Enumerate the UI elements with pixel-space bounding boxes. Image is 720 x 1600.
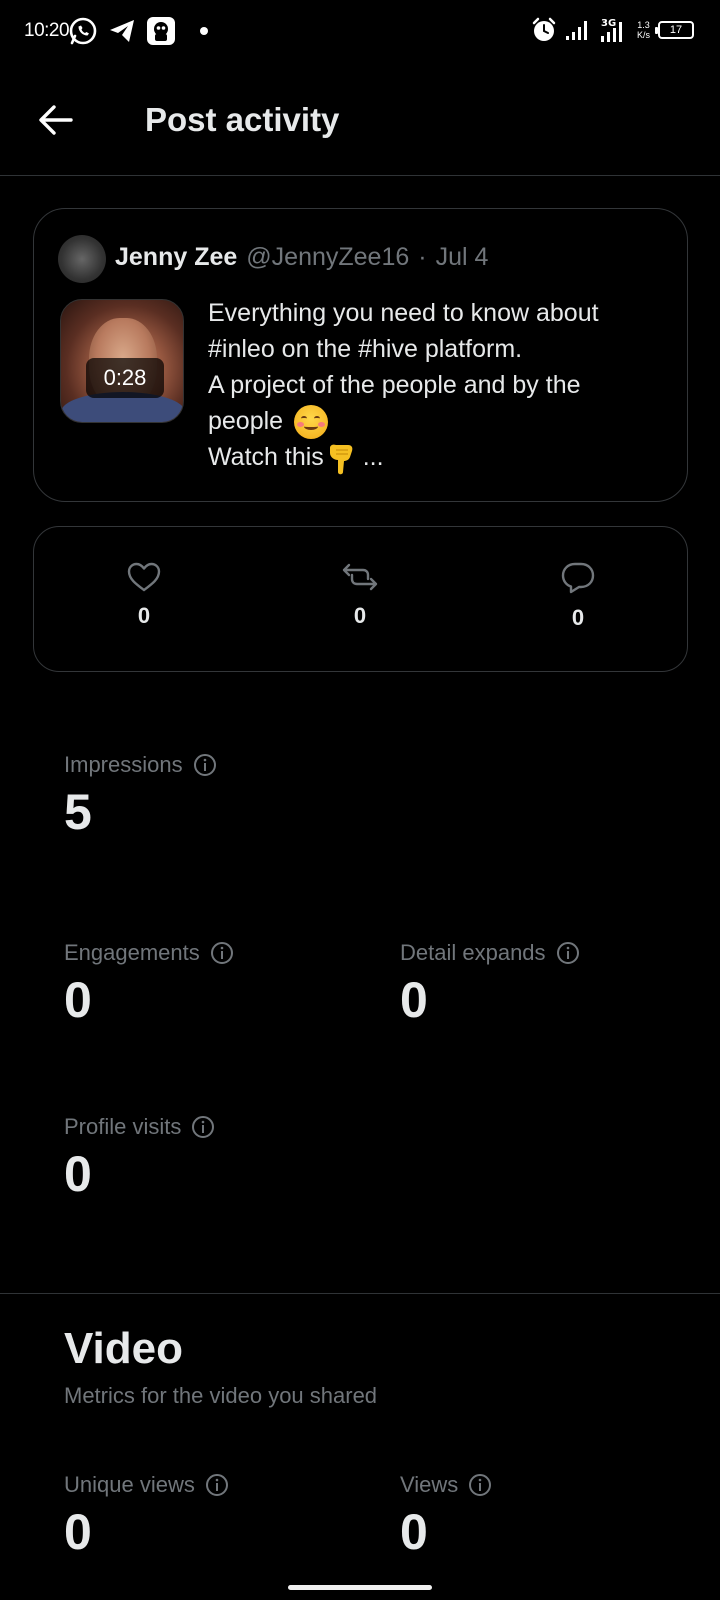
impressions-value: 5 — [64, 784, 92, 840]
replies-count: 0 — [538, 561, 618, 631]
engagements-metric: Engagements 0 — [64, 940, 234, 1028]
telegram-icon — [110, 20, 134, 42]
detail-expands-metric: Detail expands 0 — [400, 940, 580, 1028]
heart-icon — [127, 562, 161, 592]
detail-expands-value: 0 — [400, 972, 428, 1028]
post-preview-card[interactable]: Jenny Zee @JennyZee16 · Jul 4 0:28 Every… — [33, 208, 688, 502]
page-title: Post activity — [145, 101, 340, 138]
svg-text:3G: 3G — [601, 18, 616, 29]
engagements-value: 0 — [64, 972, 92, 1028]
post-header: Jenny Zee @JennyZee16 · Jul 4 — [115, 243, 488, 272]
video-section-subtitle: Metrics for the video you shared — [64, 1383, 378, 1408]
repost-icon — [342, 563, 378, 591]
impressions-metric: Impressions 5 — [64, 752, 217, 840]
post-text-line: Watch this ... — [208, 439, 668, 475]
info-icon[interactable] — [468, 1473, 492, 1497]
status-time: 10:20 — [24, 20, 70, 41]
unique-views-label: Unique views — [64, 1472, 195, 1497]
alarm-icon — [532, 17, 556, 41]
unique-views-value: 0 — [64, 1504, 92, 1560]
impressions-label: Impressions — [64, 752, 183, 777]
signal-3g-icon: 3G — [600, 18, 622, 42]
reply-bubble-icon — [561, 562, 595, 594]
views-value: 0 — [400, 1504, 428, 1560]
avatar-image — [58, 235, 106, 283]
video-section-title: Video — [64, 1324, 184, 1373]
replies-value: 0 — [571, 605, 585, 630]
status-bar: 10:20 3G 1.3 K/s 17 — [0, 0, 720, 64]
system-icons: 3G 1.3 K/s 17 — [531, 16, 694, 44]
info-icon[interactable] — [210, 941, 234, 965]
engagement-summary-card: 0 0 0 — [33, 526, 688, 672]
post-text-line: Everything you need to know about — [208, 299, 599, 327]
unique-views-metric: Unique views 0 — [64, 1472, 229, 1560]
detail-expands-label: Detail expands — [400, 940, 546, 965]
post-text-line: people — [208, 403, 668, 440]
app-notification-icon — [147, 17, 175, 45]
signal-icon — [565, 21, 587, 40]
post-text-line: A project of the people and by the — [208, 371, 581, 399]
top-app-bar: Post activity — [0, 64, 720, 176]
author-handle: @JennyZee16 — [246, 243, 410, 271]
network-speed: 1.3 K/s — [636, 20, 650, 40]
likes-value: 0 — [137, 603, 151, 628]
video-thumbnail[interactable]: 0:28 — [60, 299, 184, 423]
views-label: Views — [400, 1472, 459, 1497]
author-name: Jenny Zee — [115, 243, 238, 271]
views-metric: Views 0 — [400, 1472, 492, 1560]
profile-visits-label: Profile visits — [64, 1114, 182, 1139]
info-icon[interactable] — [193, 753, 217, 777]
header-separator: · — [418, 243, 427, 271]
avatar[interactable] — [58, 235, 106, 283]
info-icon[interactable] — [191, 1115, 215, 1139]
smiling-face-emoji-icon — [294, 405, 329, 440]
profile-visits-value: 0 — [64, 1146, 92, 1202]
home-indicator[interactable] — [288, 1585, 432, 1590]
post-date: Jul 4 — [435, 243, 489, 271]
info-icon[interactable] — [556, 941, 580, 965]
engagements-label: Engagements — [64, 940, 200, 965]
post-text-line: #inleo on the #hive platform. — [208, 335, 523, 363]
notification-icons — [68, 16, 208, 46]
arrow-left-icon — [39, 105, 73, 135]
reposts-count: 0 — [320, 561, 400, 629]
battery-icon: 17 — [655, 21, 694, 39]
video-duration-badge: 0:28 — [86, 358, 164, 398]
back-button[interactable] — [34, 98, 78, 142]
likes-count: 0 — [104, 561, 184, 629]
profile-visits-metric: Profile visits 0 — [64, 1114, 215, 1202]
section-divider — [0, 1293, 720, 1294]
whatsapp-icon — [69, 17, 97, 45]
info-icon[interactable] — [205, 1473, 229, 1497]
pointing-down-emoji-icon — [329, 444, 353, 475]
more-notifications-dot — [200, 27, 208, 35]
reposts-value: 0 — [353, 603, 367, 628]
post-text: Everything you need to know about #inleo… — [208, 295, 668, 476]
